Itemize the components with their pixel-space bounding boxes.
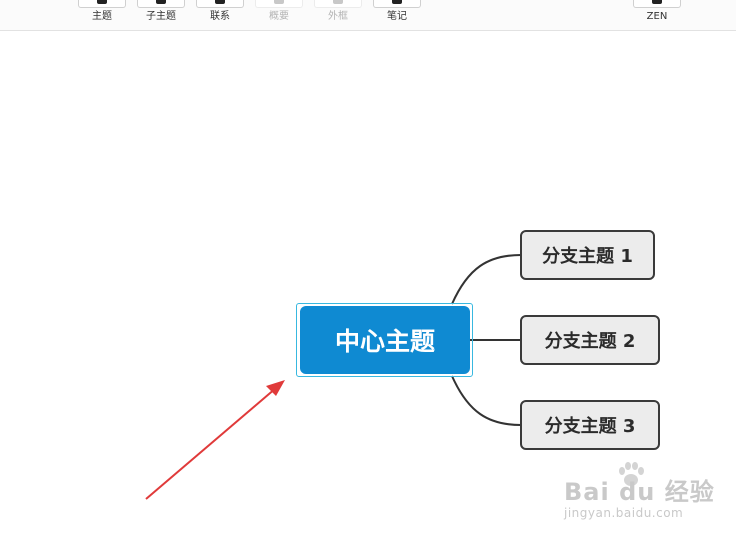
branch-topic-1[interactable]: 分支主题 1 bbox=[520, 230, 655, 280]
central-topic[interactable]: 中心主题 bbox=[300, 306, 470, 374]
branch-topic-2-label: 分支主题 2 bbox=[544, 331, 636, 352]
branch-topic-2[interactable]: 分支主题 2 bbox=[520, 315, 660, 365]
connector-branch-1 bbox=[451, 254, 522, 305]
central-topic-label: 中心主题 bbox=[334, 327, 435, 356]
annotation-arrow bbox=[145, 380, 285, 500]
connector-branch-3 bbox=[451, 375, 522, 426]
branch-topic-3[interactable]: 分支主题 3 bbox=[520, 400, 660, 450]
branch-topic-1-label: 分支主题 1 bbox=[542, 246, 633, 267]
mindmap-canvas[interactable]: 中心主题 分支主题 1 分支主题 2 分支主题 3 Bai du 经验 jing… bbox=[0, 0, 736, 539]
branch-topic-3-label: 分支主题 3 bbox=[544, 416, 636, 437]
